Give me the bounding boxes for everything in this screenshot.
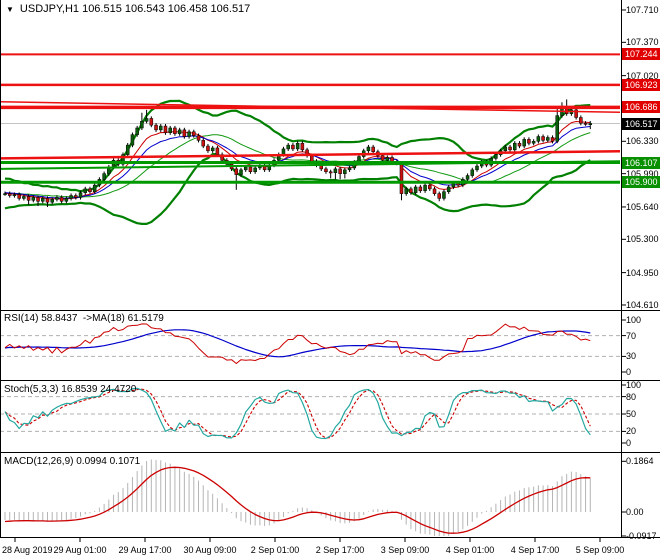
time-axis-label: 4 Sep 17:00	[510, 545, 560, 555]
price-axis-badge: 107.244	[622, 48, 660, 61]
time-axis-label: 28 Aug 2019	[2, 545, 53, 555]
chart-title: USDJPY,H1 106.515 106.543 106.458 106.51…	[19, 3, 251, 15]
time-axis-label: 5 Sep 09:00	[575, 545, 625, 555]
price-axis-badge: 106.107	[622, 156, 660, 169]
time-axis-label: 2 Sep 17:00	[315, 545, 365, 555]
chart-window: ▼ USDJPY,H1 106.515 106.543 106.458 106.…	[0, 0, 660, 560]
stoch-axis-label: 0	[626, 438, 632, 448]
rsi-axis-label: 30	[626, 351, 637, 362]
rsi-label: RSI(14) 58.8437 ->MA(18) 61.5179	[4, 313, 164, 324]
macd-axis-label: 0.00	[626, 507, 644, 517]
stoch-axis-label: 100	[626, 380, 642, 390]
price-axis-badge: 106.517	[622, 117, 660, 130]
rsi-axis-label: 100	[626, 315, 642, 325]
rsi-axis-label: 70	[626, 330, 637, 341]
price-axis-label: 105.640	[626, 201, 659, 212]
time-axis-label: 29 Aug 01:00	[53, 545, 107, 555]
macd-label: MACD(12,26,9) 0.0994 0.1071	[4, 456, 141, 467]
price-axis-badge: 105.900	[622, 176, 660, 189]
price-axis-label: 107.370	[626, 37, 659, 48]
stoch-label: Stoch(5,3,3) 16.8539 24.4720	[4, 384, 137, 395]
price-axis-label: 104.610	[626, 299, 659, 310]
time-axis-label: 30 Aug 09:00	[183, 545, 237, 555]
price-axis-label: 105.300	[626, 234, 659, 245]
chart-title-bar: ▼ USDJPY,H1 106.515 106.543 106.458 106.…	[6, 3, 250, 15]
macd-axis-label: 0.1864	[626, 456, 654, 467]
rsi-axis-label: 0	[626, 367, 632, 377]
stoch-axis-label: 80	[626, 391, 637, 402]
stoch-axis-label: 20	[626, 426, 637, 437]
price-axis-label: 107.710	[626, 4, 659, 15]
time-axis-label: 29 Aug 17:00	[118, 545, 172, 555]
price-axis-badge: 106.686	[622, 101, 660, 114]
macd-axis-label: -0.0917	[626, 531, 657, 541]
stoch-axis-label: 50	[626, 409, 637, 419]
chart-canvas[interactable]	[0, 0, 660, 560]
symbol-marker-icon[interactable]: ▼	[6, 4, 14, 15]
price-axis-badge: 106.923	[622, 78, 660, 91]
price-axis-label: 106.330	[626, 136, 659, 147]
time-axis-label: 4 Sep 01:00	[445, 545, 495, 555]
time-axis-label: 3 Sep 09:00	[380, 545, 430, 555]
price-axis-label: 104.950	[626, 267, 659, 278]
time-axis-label: 2 Sep 01:00	[250, 545, 300, 555]
